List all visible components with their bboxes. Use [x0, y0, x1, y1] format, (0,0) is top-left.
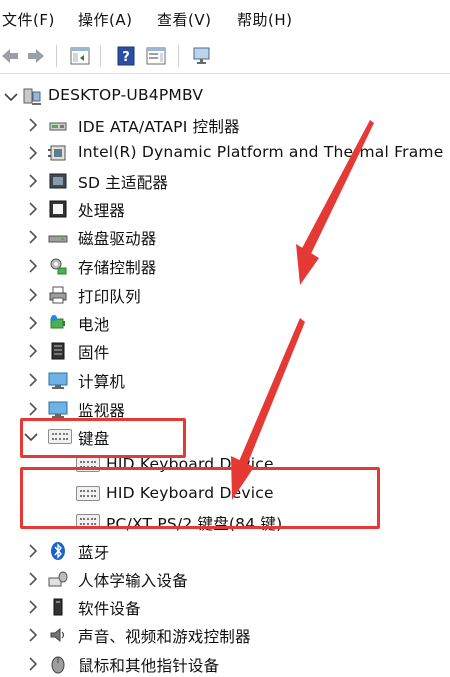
- tree-item-intel-dptf[interactable]: Intel(R) Dynamic Platform and Thermal Fr…: [0, 140, 450, 166]
- chevron-right-icon[interactable]: [24, 371, 42, 389]
- forward-arrow-icon[interactable]: [26, 46, 46, 66]
- menu-view[interactable]: 查看(V): [157, 9, 211, 30]
- tree-item-label: 人体学输入设备: [78, 572, 188, 590]
- monitor-icon: [48, 401, 68, 418]
- mouse-icon: [51, 656, 65, 674]
- chevron-right-icon[interactable]: [24, 286, 42, 304]
- storage-controller-icon: [50, 258, 67, 275]
- chevron-right-icon[interactable]: [24, 228, 42, 246]
- chevron-right-icon[interactable]: [24, 655, 42, 673]
- computer-icon: [23, 88, 41, 105]
- printer-icon: [49, 286, 67, 304]
- tree-item-label: 声音、视频和游戏控制器: [78, 628, 251, 646]
- chevron-right-icon[interactable]: [24, 314, 42, 332]
- tree-item-label: 固件: [78, 344, 110, 362]
- tree-item-sd-adapter[interactable]: SD 主适配器: [0, 168, 450, 194]
- tree-item-storage-controllers[interactable]: 存储控制器: [0, 253, 450, 279]
- chevron-right-icon[interactable]: [24, 116, 42, 134]
- tree-item-label: 计算机: [78, 373, 126, 391]
- menu-file[interactable]: 文件(F): [2, 9, 55, 30]
- svg-text:?: ?: [122, 50, 130, 65]
- tree-item-processor[interactable]: 处理器: [0, 196, 450, 222]
- computer-icon: [48, 372, 68, 389]
- tree-item-label: 蓝牙: [78, 544, 110, 562]
- tree-item-computer[interactable]: 计算机: [0, 367, 450, 393]
- chip-icon: [48, 145, 66, 161]
- chevron-right-icon[interactable]: [24, 542, 42, 560]
- annotation-box-keyboard: [20, 418, 186, 458]
- tree-root-label: DESKTOP-UB4PMBV: [48, 86, 204, 104]
- toolbar-separator: [178, 45, 179, 67]
- processor-icon: [49, 200, 67, 218]
- tree-item-label: 打印队列: [78, 288, 141, 306]
- tree-item-label: 电池: [78, 316, 110, 334]
- disk-drive-icon: [48, 235, 68, 243]
- tree-item-print-queues[interactable]: 打印队列: [0, 282, 450, 308]
- toolbar-separator: [56, 45, 57, 67]
- tree-item-sound-video[interactable]: 声音、视频和游戏控制器: [0, 622, 450, 648]
- tree-item-label: 软件设备: [78, 600, 141, 618]
- scan-hardware-monitor-icon[interactable]: [192, 46, 212, 66]
- tree-item-label: IDE ATA/ATAPI 控制器: [78, 118, 240, 136]
- chevron-right-icon[interactable]: [24, 144, 42, 162]
- chevron-right-icon[interactable]: [24, 200, 42, 218]
- tree-item-disk-drives[interactable]: 磁盘驱动器: [0, 224, 450, 250]
- tree-item-label: 存储控制器: [78, 259, 157, 277]
- tree-item-label: Intel(R) Dynamic Platform and Thermal Fr…: [78, 143, 444, 161]
- chevron-right-icon[interactable]: [24, 626, 42, 644]
- tree-item-label: SD 主适配器: [78, 174, 169, 192]
- properties-icon[interactable]: [146, 46, 166, 66]
- toolbar: ?: [0, 40, 450, 74]
- disk-controller-icon: [49, 122, 67, 131]
- tree-item-software-devices[interactable]: 软件设备: [0, 594, 450, 620]
- tree-item-bluetooth[interactable]: 蓝牙: [0, 538, 450, 564]
- toolbar-separator: [100, 45, 101, 67]
- bluetooth-icon: [51, 542, 65, 560]
- battery-icon: [50, 315, 65, 329]
- tree-item-batteries[interactable]: 电池: [0, 310, 450, 336]
- hid-icon: [48, 571, 68, 587]
- tree-item-mice[interactable]: 鼠标和其他指针设备: [0, 651, 450, 677]
- menu-bar: 文件(F) 操作(A) 查看(V) 帮助(H): [0, 0, 450, 40]
- sd-adapter-icon: [49, 173, 67, 189]
- chevron-right-icon[interactable]: [24, 400, 42, 418]
- tree-item-firmware[interactable]: 固件: [0, 338, 450, 364]
- tree-item-label: 磁盘驱动器: [78, 230, 157, 248]
- tree-root[interactable]: DESKTOP-UB4PMBV: [0, 84, 450, 108]
- tree-item-ide[interactable]: IDE ATA/ATAPI 控制器: [0, 112, 450, 138]
- chevron-right-icon[interactable]: [24, 342, 42, 360]
- tree-item-label: 处理器: [78, 202, 126, 220]
- firmware-icon: [51, 342, 65, 360]
- tree-item-hid[interactable]: 人体学输入设备: [0, 566, 450, 592]
- software-device-icon: [53, 598, 63, 616]
- tree-item-label: 鼠标和其他指针设备: [78, 657, 220, 675]
- chevron-down-icon[interactable]: [2, 88, 20, 106]
- help-icon[interactable]: ?: [116, 46, 136, 66]
- sound-icon: [50, 627, 65, 643]
- chevron-right-icon[interactable]: [24, 257, 42, 275]
- back-arrow-icon[interactable]: [0, 46, 20, 66]
- menu-action[interactable]: 操作(A): [78, 9, 132, 30]
- chevron-right-icon[interactable]: [24, 172, 42, 190]
- show-hide-tree-icon[interactable]: [70, 46, 90, 66]
- chevron-right-icon[interactable]: [24, 598, 42, 616]
- annotation-box-devices: [20, 467, 380, 529]
- chevron-right-icon[interactable]: [24, 570, 42, 588]
- menu-help[interactable]: 帮助(H): [237, 9, 292, 30]
